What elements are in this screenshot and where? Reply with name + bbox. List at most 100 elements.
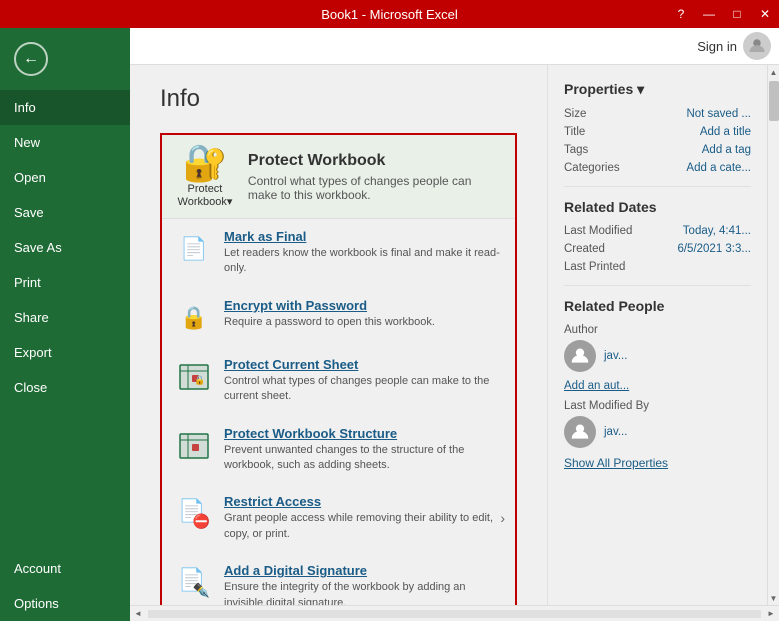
sidebar-item-share[interactable]: Share: [0, 300, 130, 335]
sidebar-item-close[interactable]: Close: [0, 370, 130, 405]
prop-size-value[interactable]: Not saved ...: [686, 108, 751, 120]
prop-created-label: Created: [564, 243, 605, 255]
divider-2: [564, 285, 751, 286]
scroll-down-arrow[interactable]: ▼: [768, 591, 779, 605]
protect-structure-item[interactable]: Protect Workbook Structure Prevent unwan…: [162, 416, 515, 485]
mark-as-final-item[interactable]: 📄 Mark as Final Let readers know the wor…: [162, 219, 515, 288]
mark-as-final-icon: 📄: [176, 231, 212, 267]
prop-size: Size Not saved ...: [564, 108, 751, 120]
protect-structure-content: Protect Workbook Structure Prevent unwan…: [224, 426, 501, 474]
protect-structure-desc: Prevent unwanted changes to the structur…: [224, 443, 501, 474]
related-people-title: Related People: [564, 298, 751, 314]
restrict-access-content: Restrict Access Grant people access whil…: [224, 494, 501, 542]
properties-title[interactable]: Properties ▾: [564, 81, 751, 98]
show-all-properties-link[interactable]: Show All Properties: [564, 456, 751, 470]
sidebar-item-info[interactable]: Info: [0, 90, 130, 125]
back-button[interactable]: ←: [8, 36, 54, 82]
prop-categories-label: Categories: [564, 162, 620, 174]
prop-size-label: Size: [564, 108, 586, 120]
restrict-access-item[interactable]: 📄 ⛔ Restrict Access Grant people access …: [162, 484, 515, 553]
prop-tags: Tags Add a tag: [564, 144, 751, 156]
author-name: jav...: [604, 350, 627, 362]
divider-1: [564, 186, 751, 187]
restrict-access-desc: Grant people access while removing their…: [224, 511, 501, 542]
digital-signature-item[interactable]: 📄 ✒️ Add a Digital Signature Ensure the …: [162, 553, 515, 605]
info-panel: Info 🔐 ProtectWorkbook▾ Protect Workbook…: [130, 65, 547, 605]
signin-link[interactable]: Sign in: [697, 39, 737, 54]
properties-panel: Properties ▾ Size Not saved ... Title Ad…: [547, 65, 767, 605]
restrict-access-title: Restrict Access: [224, 494, 501, 509]
vertical-scrollbar[interactable]: ▲ ▼: [767, 65, 779, 605]
protect-workbook-header[interactable]: 🔐 ProtectWorkbook▾ Protect Workbook Cont…: [162, 135, 515, 219]
mark-as-final-title: Mark as Final: [224, 229, 501, 244]
prop-title-label: Title: [564, 126, 585, 138]
prop-created: Created 6/5/2021 3:3...: [564, 243, 751, 255]
sidebar: ← Info New Open Save Save As Print Share…: [0, 28, 130, 621]
sidebar-item-save[interactable]: Save: [0, 195, 130, 230]
author-avatar: [564, 340, 596, 372]
close-button[interactable]: ✕: [751, 0, 779, 28]
sidebar-item-new[interactable]: New: [0, 125, 130, 160]
prop-title-value[interactable]: Add a title: [700, 126, 751, 138]
h-scroll-track[interactable]: [148, 610, 761, 618]
app-title: Book1 - Microsoft Excel: [321, 7, 458, 22]
signin-area: Sign in: [130, 28, 779, 65]
mark-as-final-desc: Let readers know the workbook is final a…: [224, 246, 501, 277]
scroll-right-arrow[interactable]: ►: [763, 606, 779, 621]
prop-tags-label: Tags: [564, 144, 588, 156]
encrypt-content: Encrypt with Password Require a password…: [224, 298, 435, 330]
prop-title: Title Add a title: [564, 126, 751, 138]
protect-sheet-item[interactable]: 🔒 Protect Current Sheet Control what typ…: [162, 347, 515, 416]
encrypt-title: Encrypt with Password: [224, 298, 435, 313]
help-button[interactable]: ?: [667, 0, 695, 28]
lock-icon: 🔐: [183, 145, 228, 181]
protect-workbook-box: 🔐 ProtectWorkbook▾ Protect Workbook Cont…: [160, 133, 517, 605]
svg-text:🔒: 🔒: [194, 375, 205, 385]
author-label: Author: [564, 324, 751, 336]
last-modified-by-label: Last Modified By: [564, 400, 751, 412]
prop-last-modified-value: Today, 4:41...: [683, 225, 751, 237]
sidebar-item-options[interactable]: Options: [0, 586, 130, 621]
author-row: jav...: [564, 340, 751, 372]
minimize-button[interactable]: —: [695, 0, 723, 28]
restrict-access-icon: 📄 ⛔: [176, 496, 212, 532]
restrict-access-arrow: ›: [500, 510, 505, 526]
sidebar-item-export[interactable]: Export: [0, 335, 130, 370]
protect-description: Control what types of changes people can…: [248, 174, 501, 202]
related-dates-title: Related Dates: [564, 199, 751, 215]
title-bar: Book1 - Microsoft Excel ? — □ ✕: [0, 0, 779, 28]
protect-sheet-icon: 🔒: [176, 359, 212, 395]
protect-icon-area: 🔐 ProtectWorkbook▾: [176, 145, 234, 208]
last-modified-by-row: jav...: [564, 416, 751, 448]
mark-as-final-content: Mark as Final Let readers know the workb…: [224, 229, 501, 277]
prop-categories-value[interactable]: Add a cate...: [686, 162, 751, 174]
protect-sheet-title: Protect Current Sheet: [224, 357, 501, 372]
protect-sheet-desc: Control what types of changes people can…: [224, 374, 501, 405]
prop-last-printed-label: Last Printed: [564, 261, 625, 273]
scroll-thumb[interactable]: [769, 81, 779, 121]
scroll-left-arrow[interactable]: ◄: [130, 606, 146, 621]
prop-tags-value[interactable]: Add a tag: [702, 144, 751, 156]
last-modified-by-name: jav...: [604, 426, 627, 438]
prop-categories: Categories Add a cate...: [564, 162, 751, 174]
encrypt-with-password-item[interactable]: 🔒 Encrypt with Password Require a passwo…: [162, 288, 515, 347]
add-author-link[interactable]: Add an aut...: [564, 380, 751, 392]
page-title: Info: [160, 85, 517, 113]
protect-structure-title: Protect Workbook Structure: [224, 426, 501, 441]
sidebar-item-open[interactable]: Open: [0, 160, 130, 195]
user-avatar: [743, 32, 771, 60]
scroll-up-arrow[interactable]: ▲: [768, 65, 779, 79]
sidebar-item-save-as[interactable]: Save As: [0, 230, 130, 265]
protect-structure-icon: [176, 428, 212, 464]
protect-icon-label: ProtectWorkbook▾: [178, 183, 233, 208]
sidebar-item-print[interactable]: Print: [0, 265, 130, 300]
protect-heading: Protect Workbook: [248, 152, 501, 170]
app-container: ← Info New Open Save Save As Print Share…: [0, 28, 779, 621]
prop-created-value: 6/5/2021 3:3...: [677, 243, 751, 255]
last-modified-by-avatar: [564, 416, 596, 448]
restore-button[interactable]: □: [723, 0, 751, 28]
prop-last-printed: Last Printed: [564, 261, 751, 273]
sidebar-item-account[interactable]: Account: [0, 551, 130, 586]
back-circle-icon[interactable]: ←: [14, 42, 48, 76]
encrypt-desc: Require a password to open this workbook…: [224, 315, 435, 330]
